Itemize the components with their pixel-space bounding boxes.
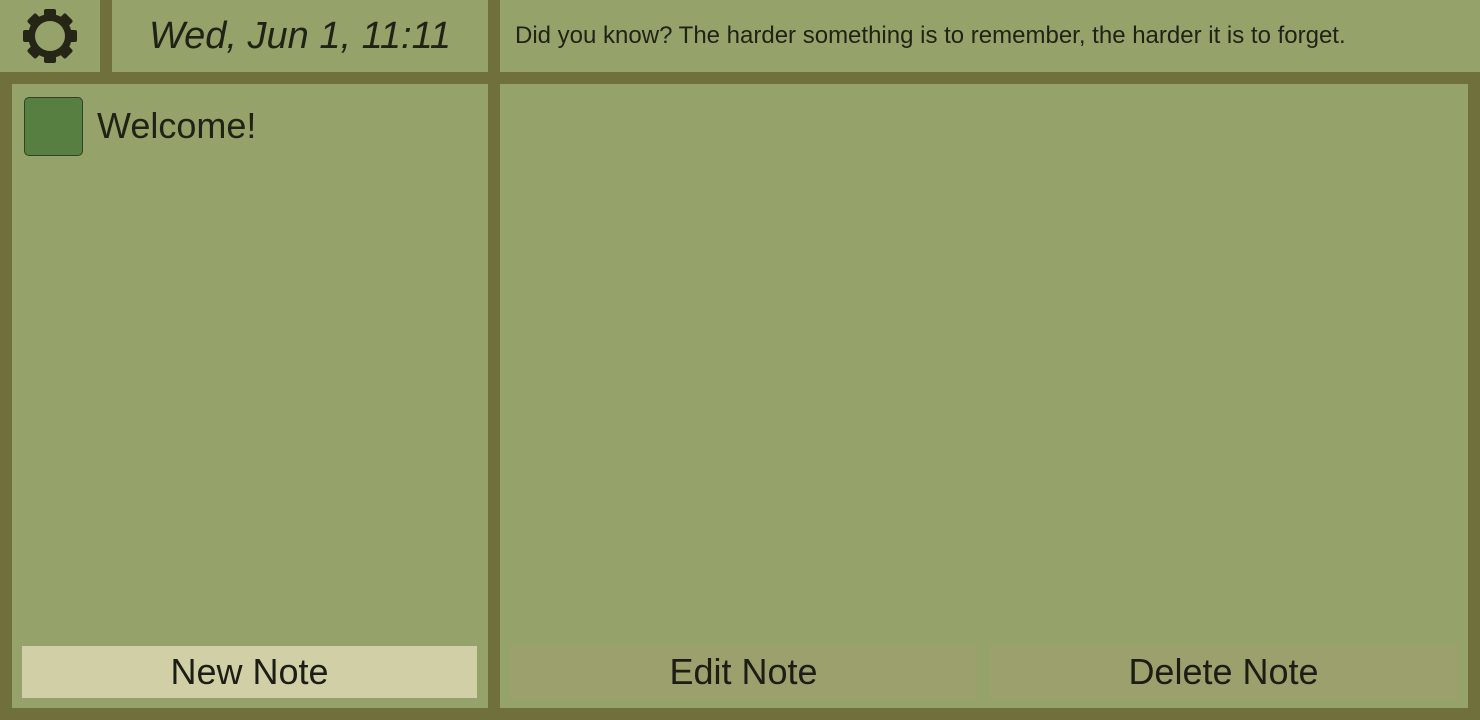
edit-note-button[interactable]: Edit Note	[510, 646, 977, 698]
notes-app: Wed, Jun 1, 11:11 Did you know? The hard…	[0, 0, 1480, 720]
gear-icon	[23, 9, 77, 63]
settings-button[interactable]	[18, 4, 82, 68]
note-list-item[interactable]: Welcome!	[24, 95, 256, 157]
note-content-panel: Edit Note Delete Note	[500, 84, 1468, 708]
tip-text: Did you know? The harder something is to…	[515, 22, 1346, 49]
note-list-panel: Welcome! New Note	[12, 84, 488, 708]
tip-panel: Did you know? The harder something is to…	[500, 0, 1480, 72]
settings-panel	[0, 0, 100, 72]
new-note-button[interactable]: New Note	[22, 646, 477, 698]
clock-display: Wed, Jun 1, 11:11	[148, 14, 452, 57]
note-title: Welcome!	[97, 105, 257, 146]
delete-note-button[interactable]: Delete Note	[990, 646, 1457, 698]
clock-panel: Wed, Jun 1, 11:11	[112, 0, 488, 72]
note-color-swatch	[24, 96, 83, 156]
